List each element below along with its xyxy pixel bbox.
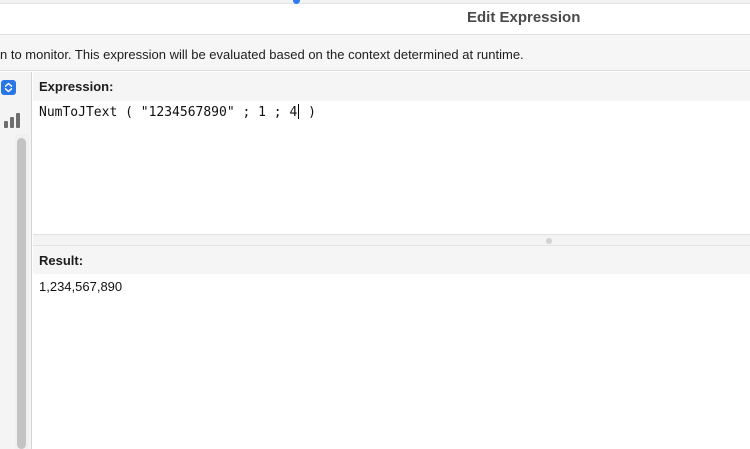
expression-text-before-caret: NumToJText ( "1234567890" ; 1 ; 4 (39, 105, 298, 120)
expression-text-after-caret: ) (300, 105, 316, 120)
window-title: Edit Expression (467, 9, 581, 26)
pane-splitter[interactable] (33, 234, 750, 246)
scrollbar-thumb[interactable] (17, 138, 26, 449)
title-bar: Edit Expression (0, 4, 750, 35)
result-value: 1,234,567,890 (39, 279, 123, 294)
result-output: 1,234,567,890 (33, 274, 750, 449)
expression-label: Expression: (39, 79, 114, 94)
up-down-chevron-icon[interactable] (1, 80, 16, 95)
description-bar: n to monitor. This expression will be ev… (0, 35, 750, 71)
expression-header: Expression: (33, 72, 750, 101)
left-sidebar (0, 72, 32, 449)
description-text: n to monitor. This expression will be ev… (0, 47, 524, 62)
expression-input[interactable]: NumToJText ( "1234567890" ; 1 ; 4 ) (33, 101, 750, 234)
result-label: Result: (39, 253, 84, 268)
sidebar-scrollbar[interactable] (15, 134, 29, 449)
bar-chart-icon[interactable] (3, 112, 21, 128)
expression-text[interactable]: NumToJText ( "1234567890" ; 1 ; 4 ) (39, 104, 316, 120)
splitter-grip-icon[interactable] (546, 238, 552, 244)
result-header: Result: (33, 246, 750, 274)
